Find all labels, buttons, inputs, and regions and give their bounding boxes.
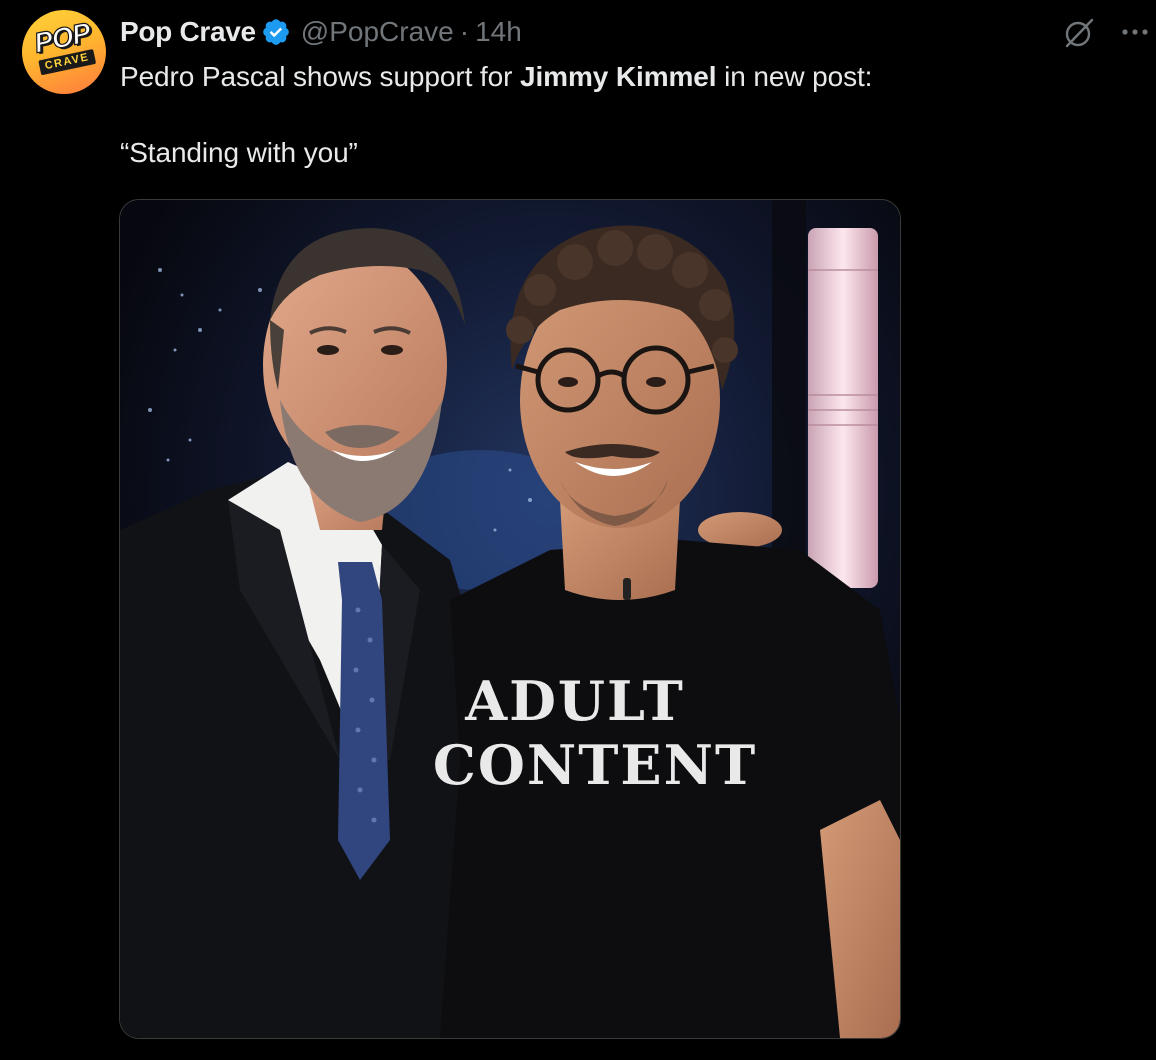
tweet-quote: “Standing with you” (120, 137, 358, 168)
display-name[interactable]: Pop Crave (120, 16, 256, 48)
user-handle[interactable]: @PopCrave (301, 16, 454, 48)
grok-icon[interactable] (1062, 16, 1096, 50)
timestamp[interactable]: 14h (475, 16, 522, 48)
separator-dot: · (459, 16, 470, 47)
tweet-photo[interactable]: ADULT CONTENT (119, 199, 901, 1039)
avatar[interactable]: POP CRAVE (22, 10, 106, 94)
tweet-header: Pop Crave @PopCrave · 14h (120, 14, 522, 50)
tweet-text: Pedro Pascal shows support for Jimmy Kim… (120, 58, 1120, 172)
shirt-text-line-2: CONTENT (433, 733, 757, 797)
more-options-icon[interactable] (1118, 18, 1152, 46)
tweet-text-line: Pedro Pascal shows support for Jimmy Kim… (120, 58, 1120, 96)
tweet[interactable]: POP CRAVE Pop Crave @PopCrave · 14h Pedr… (0, 0, 1156, 1060)
pop-crave-logo: POP CRAVE (24, 16, 104, 77)
shirt-text-line-1: ADULT (464, 669, 685, 733)
verified-badge-icon[interactable] (261, 17, 291, 47)
tweet-text-after: in new post: (716, 61, 873, 92)
tweet-text-before: Pedro Pascal shows support for (120, 61, 520, 92)
mention-name: Jimmy Kimmel (520, 61, 717, 92)
